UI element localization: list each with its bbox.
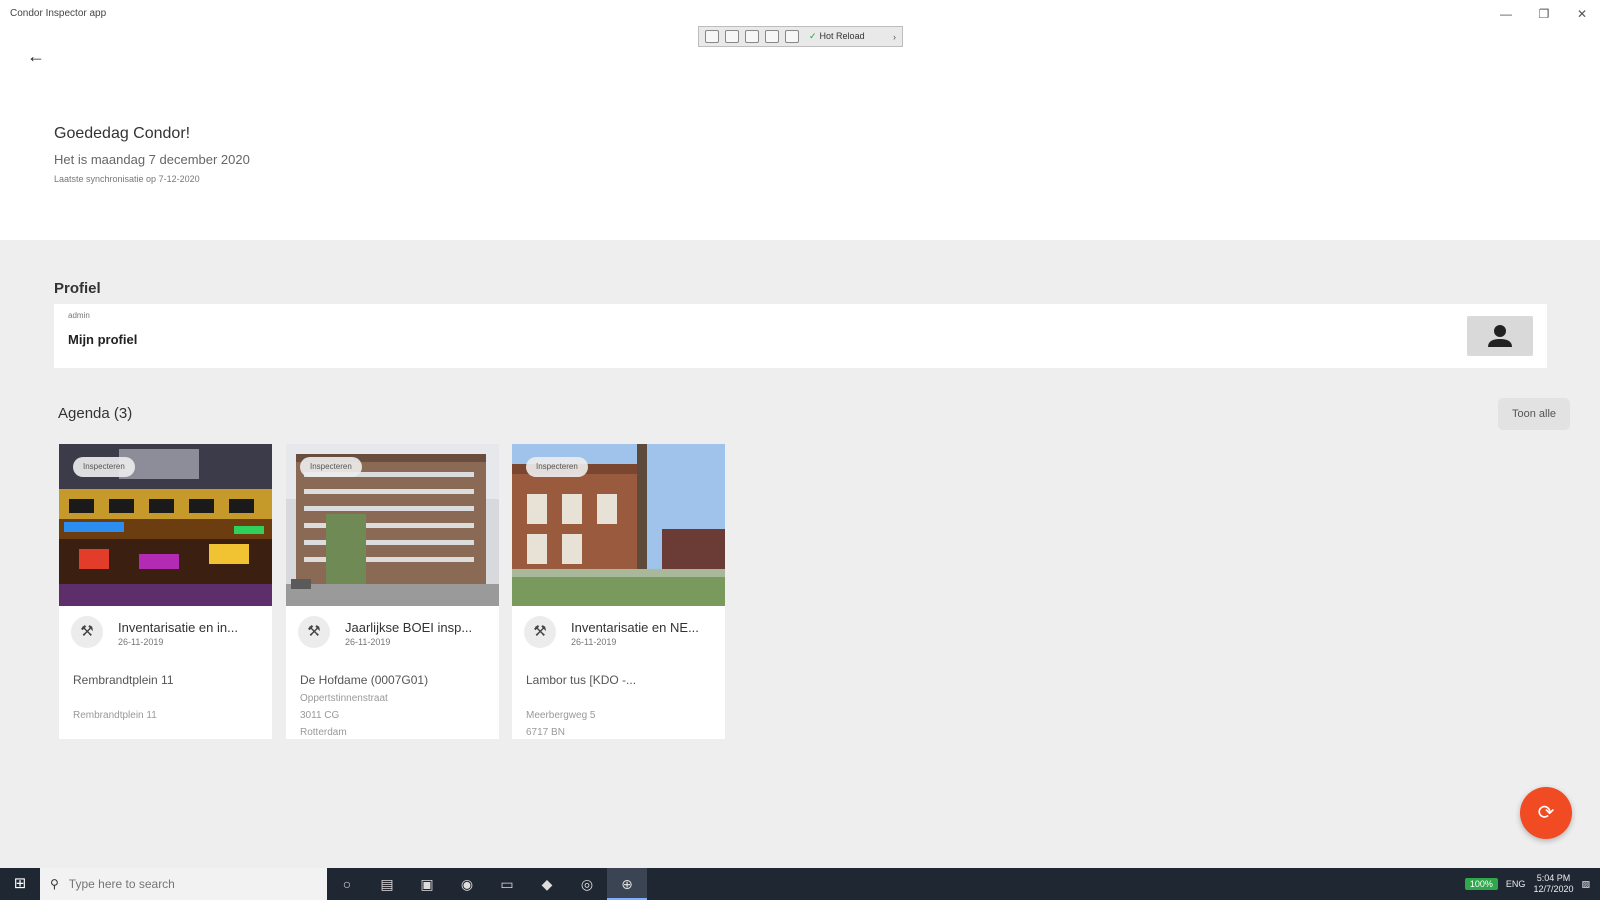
agenda-card[interactable]: Inspecteren ⚒ Jaarlijkse BOEI insp... 26… xyxy=(286,444,499,739)
profile-section-title: Profiel xyxy=(54,280,101,297)
maximize-button[interactable]: ❐ xyxy=(1526,4,1562,24)
card-address-line: 6717 BN xyxy=(526,727,565,738)
check-icon: ✓ xyxy=(809,31,817,41)
card-address-line: Oppertstinnenstraat xyxy=(300,693,388,704)
card-address-line: 3011 CG xyxy=(300,710,340,721)
sync-fab-button[interactable]: ⟳ xyxy=(1520,787,1572,839)
language-indicator[interactable]: ENG xyxy=(1506,879,1526,889)
card-address-line: Rembrandtplein 11 xyxy=(73,710,157,721)
card-date: 26-11-2019 xyxy=(118,637,164,647)
profile-name: Mijn profiel xyxy=(68,332,138,347)
avatar[interactable] xyxy=(1467,316,1533,356)
track-focus-icon[interactable] xyxy=(765,30,779,43)
person-icon xyxy=(1488,325,1512,347)
tools-icon: ⚒ xyxy=(71,616,103,648)
task-view-icon[interactable]: ▤ xyxy=(367,868,407,900)
agenda-card[interactable]: Inspecteren ⚒ Inventarisatie en in... 26… xyxy=(59,444,272,739)
cortana-icon[interactable]: ○ xyxy=(327,868,367,900)
last-sync-line: Laatste synchronisatie op 7-12-2020 xyxy=(54,174,200,184)
title-bar: Condor Inspector app — ❐ ✕ xyxy=(0,0,1600,28)
clock-date: 12/7/2020 xyxy=(1533,884,1574,894)
window-title: Condor Inspector app xyxy=(10,8,107,19)
card-date: 26-11-2019 xyxy=(345,637,391,647)
card-date: 26-11-2019 xyxy=(571,637,617,647)
binding-failures-icon[interactable] xyxy=(785,30,799,43)
system-tray: 100% ENG 5:04 PM 12/7/2020 ▨ xyxy=(1464,873,1600,895)
close-button[interactable]: ✕ xyxy=(1564,4,1600,24)
search-icon: ⚲ xyxy=(50,877,59,891)
agenda-section-title: Agenda (3) xyxy=(58,405,133,422)
card-status-chip: Inspecteren xyxy=(73,457,135,477)
taskbar: ⊞ ⚲ ○ ▤ ▣ ◉ ▭ ◆ ◎ ⊕ 100% ENG 5:04 PM 12/… xyxy=(0,868,1600,900)
card-photo: Inspecteren xyxy=(286,444,499,606)
card-title: Inventarisatie en NE... xyxy=(571,620,699,635)
people-icon[interactable]: ◉ xyxy=(447,868,487,900)
profile-role: admin xyxy=(68,311,90,320)
refresh-icon: ⟳ xyxy=(1537,802,1555,824)
select-element-icon[interactable] xyxy=(725,30,739,43)
tools-icon: ⚒ xyxy=(524,616,556,648)
agenda-card[interactable]: Inspecteren ⚒ Inventarisatie en NE... 26… xyxy=(512,444,725,739)
battery-indicator[interactable]: 100% xyxy=(1464,878,1498,890)
back-button[interactable]: ← xyxy=(22,42,50,70)
taskbar-search-input[interactable] xyxy=(68,877,299,891)
minimize-button[interactable]: — xyxy=(1488,4,1524,24)
visual-studio-icon[interactable]: ◆ xyxy=(527,868,567,900)
display-layout-adorners-icon[interactable] xyxy=(745,30,759,43)
file-explorer-icon[interactable]: ▭ xyxy=(487,868,527,900)
card-photo: Inspecteren xyxy=(512,444,725,606)
live-visual-tree-icon[interactable] xyxy=(705,30,719,43)
card-location: Rembrandtplein 11 xyxy=(73,673,174,687)
taskbar-search[interactable]: ⚲ xyxy=(40,868,327,900)
card-address-line: Meerbergweg 5 xyxy=(526,710,596,721)
card-title: Inventarisatie en in... xyxy=(118,620,238,635)
windows-start-icon[interactable]: ⊞ xyxy=(0,868,40,900)
debug-toolbar: ✓ Hot Reload › xyxy=(698,26,903,47)
hot-reload-status[interactable]: ✓ Hot Reload xyxy=(809,31,865,42)
tools-icon: ⚒ xyxy=(298,616,330,648)
clock-time: 5:04 PM xyxy=(1536,873,1571,883)
card-title: Jaarlijkse BOEI insp... xyxy=(345,620,473,635)
content-area: Profiel admin Mijn profiel Agenda (3) To… xyxy=(0,240,1600,868)
card-address-line: Rotterdam xyxy=(300,727,347,738)
mail-icon[interactable]: ▣ xyxy=(407,868,447,900)
view-all-button[interactable]: Toon alle xyxy=(1498,398,1570,430)
card-status-chip: Inspecteren xyxy=(526,457,588,477)
card-photo: Inspecteren xyxy=(59,444,272,606)
profile-card[interactable]: admin Mijn profiel xyxy=(54,304,1547,368)
date-line: Het is maandag 7 december 2020 xyxy=(54,152,250,167)
card-location: Lambor tus [KDO -... xyxy=(526,673,637,687)
edge-browser-icon[interactable]: ◎ xyxy=(567,868,607,900)
notifications-icon[interactable]: ▨ xyxy=(1581,879,1590,890)
condor-app-icon[interactable]: ⊕ xyxy=(607,868,647,900)
greeting-title: Goededag Condor! xyxy=(54,125,191,142)
toolbar-collapse-icon[interactable]: › xyxy=(893,32,896,42)
hot-reload-label: Hot Reload xyxy=(819,31,865,41)
card-location: De Hofdame (0007G01) xyxy=(300,673,429,687)
card-status-chip: Inspecteren xyxy=(300,457,362,477)
clock[interactable]: 5:04 PM 12/7/2020 xyxy=(1533,873,1573,895)
